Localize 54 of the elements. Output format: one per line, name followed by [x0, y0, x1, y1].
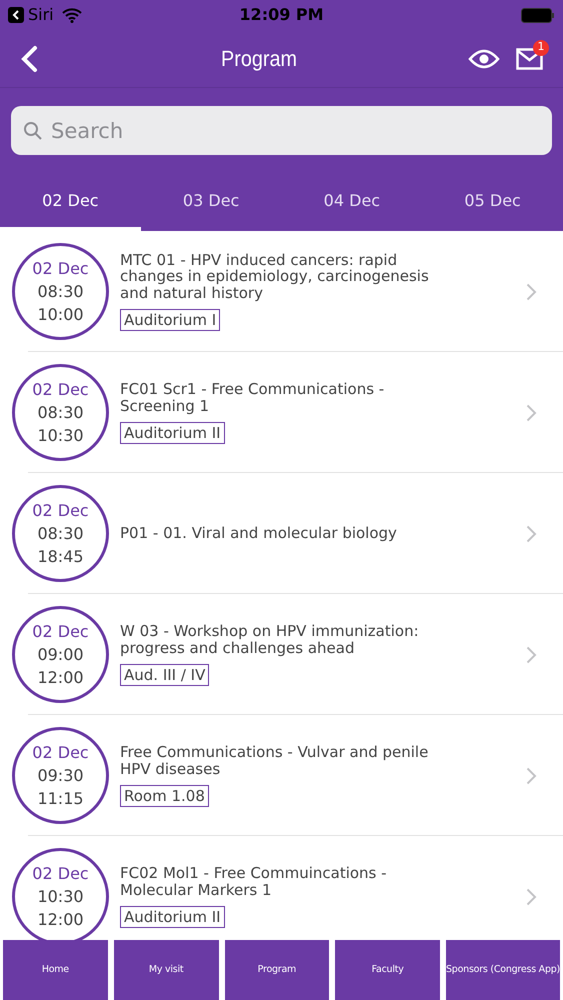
session-date: 02 Dec	[32, 500, 89, 522]
chevron-right-icon[interactable]	[526, 524, 537, 542]
room-tag: Auditorium II	[120, 422, 225, 444]
session-title: P01 - 01. Viral and molecular biology	[120, 525, 398, 542]
date-tab[interactable]: 02 Dec	[0, 175, 141, 231]
date-tab[interactable]: 03 Dec	[140, 175, 282, 231]
session-date: 02 Dec	[32, 742, 89, 764]
date-tab[interactable]: 04 Dec	[282, 175, 422, 231]
nav-tab[interactable]: Faculty	[335, 940, 440, 1000]
start-time: 08:30	[37, 281, 84, 303]
start-time: 09:00	[37, 644, 84, 666]
search-field[interactable]: Search	[11, 106, 552, 155]
session-date: 02 Dec	[32, 621, 89, 643]
wifi-icon	[62, 8, 82, 22]
eye-icon[interactable]	[468, 48, 500, 68]
search-icon	[23, 121, 43, 141]
chevron-right-icon[interactable]	[526, 282, 537, 300]
end-time: 12:00	[37, 667, 84, 689]
session-title: FC01 Scr1 - Free Communications - Screening 1	[120, 381, 386, 414]
chevron-right-icon[interactable]	[526, 646, 537, 664]
session-date: 02 Dec	[32, 863, 89, 885]
chevron-right-icon[interactable]	[526, 766, 537, 784]
end-time: 12:00	[37, 909, 84, 931]
battery-icon	[521, 8, 555, 22]
end-time: 10:00	[37, 304, 84, 326]
nav-tab[interactable]: Program	[224, 940, 330, 1000]
end-time: 18:45	[37, 546, 84, 568]
chevron-right-icon[interactable]	[526, 404, 537, 422]
session-title: MTC 01 - HPV induced cancers: rapid changes in epidemiology, carcinogenesis and natural history	[120, 252, 430, 302]
session-title: FC02 Mol1 - Free Commuincations - Molecular Markers 1	[120, 865, 388, 898]
room-tag: Auditorium II	[120, 906, 225, 928]
end-time: 10:30	[37, 425, 84, 447]
chevron-right-icon[interactable]	[526, 888, 537, 906]
nav-tab[interactable]: My visit	[114, 940, 218, 1000]
nav-tab[interactable]: Home	[3, 940, 108, 1000]
date-tab[interactable]: 05 Dec	[422, 175, 563, 231]
nav-tab[interactable]: Sponsors (Congress App)	[446, 940, 560, 1000]
page-title: Program	[220, 45, 298, 73]
back-app-icon	[8, 7, 24, 23]
start-time: 10:30	[37, 886, 84, 908]
session-date: 02 Dec	[32, 379, 89, 401]
session-title: W 03 - Workshop on HPV immunization: progress and challenges ahead	[120, 623, 420, 656]
start-time: 08:30	[37, 402, 84, 424]
end-time: 11:15	[37, 788, 84, 810]
room-tag: Aud. III / IV	[120, 664, 210, 686]
start-time: 09:30	[37, 765, 84, 787]
session-title: Free Communications - Vulvar and penile HPV diseases	[120, 744, 430, 777]
status-time: 12:09 PM	[238, 4, 325, 26]
start-time: 08:30	[37, 523, 84, 545]
back-app-label: Siri	[28, 4, 54, 26]
session-date: 02 Dec	[32, 258, 89, 280]
notification-badge: 1	[533, 40, 549, 56]
room-tag: Auditorium I	[120, 309, 220, 332]
room-tag: Room 1.08	[120, 785, 209, 807]
